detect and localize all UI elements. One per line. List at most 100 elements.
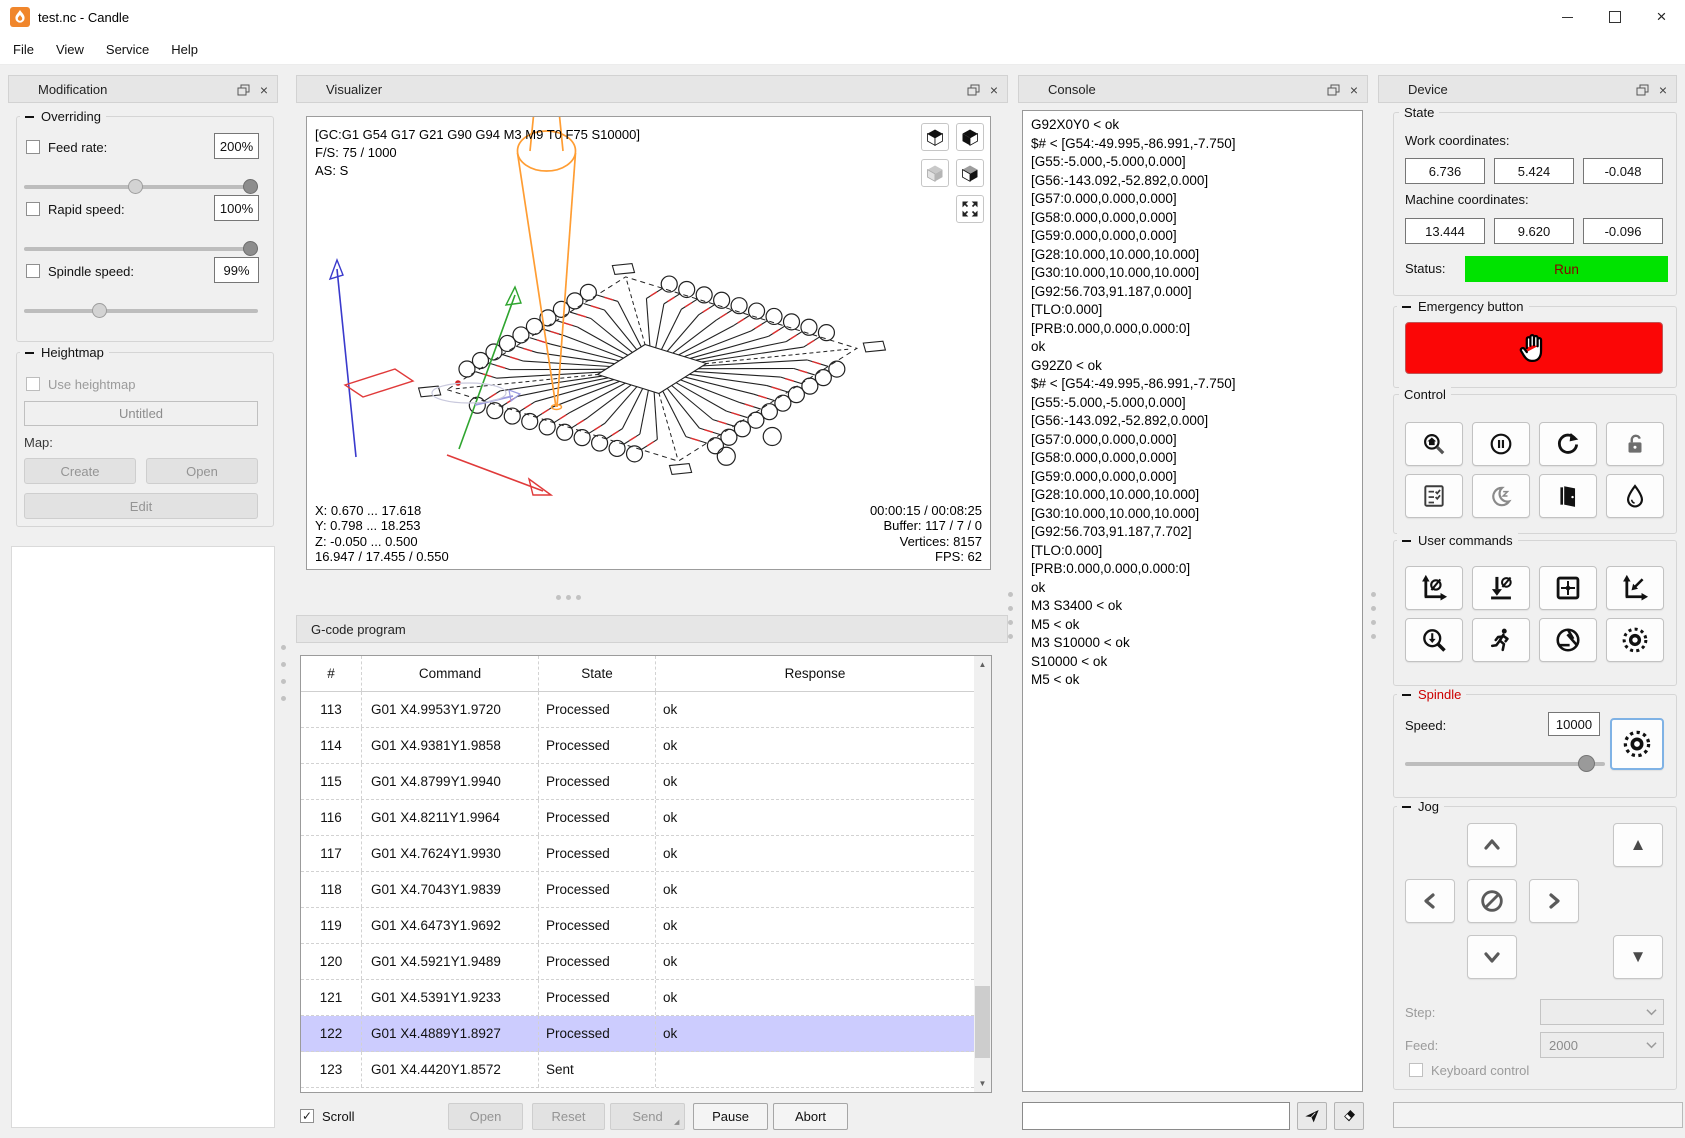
rapid-speed-slider[interactable] — [24, 247, 258, 251]
table-row[interactable]: 120G01 X4.5921Y1.9489Processedok — [301, 944, 974, 980]
spindle-slider[interactable] — [1405, 762, 1605, 766]
jog-z-minus-button[interactable]: ▼ — [1613, 935, 1663, 979]
console-clear-button[interactable] — [1334, 1102, 1364, 1130]
console-output[interactable]: G92X0Y0 < ok $# < [G54:-49.995,-86.991,-… — [1022, 110, 1363, 1092]
hold-button[interactable] — [1472, 422, 1530, 466]
spindle-speed-checkbox[interactable] — [26, 264, 40, 278]
table-row[interactable]: 117G01 X4.7624Y1.9930Processedok — [301, 836, 974, 872]
column-header[interactable]: Response — [655, 656, 974, 691]
table-row[interactable]: 116G01 X4.8211Y1.9964Processedok — [301, 800, 974, 836]
scrollbar-thumb[interactable] — [975, 986, 990, 1058]
column-header[interactable]: # — [301, 656, 361, 691]
probe-button[interactable] — [1405, 618, 1463, 662]
abort-button[interactable]: Abort — [773, 1103, 848, 1130]
float-panel-icon[interactable] — [1635, 83, 1649, 97]
reset-button[interactable]: Reset — [532, 1103, 605, 1130]
collapse-icon[interactable] — [1402, 306, 1411, 308]
use-heightmap-checkbox[interactable] — [26, 377, 40, 391]
maximize-button[interactable] — [1591, 0, 1638, 34]
column-header[interactable]: Command — [361, 656, 538, 691]
menu-item-file[interactable]: File — [2, 38, 45, 61]
pause-button[interactable]: Pause — [693, 1103, 768, 1130]
rapid-speed-value[interactable]: 100% — [214, 195, 259, 221]
close-panel-icon[interactable]: × — [1656, 83, 1670, 97]
table-row[interactable]: 115G01 X4.8799Y1.9940Processedok — [301, 764, 974, 800]
jog-y-plus-button[interactable] — [1467, 823, 1517, 867]
minimize-button[interactable] — [1544, 0, 1591, 34]
scrollbar-down-icon[interactable]: ▼ — [974, 1075, 991, 1092]
table-row[interactable]: 122G01 X4.4889Y1.8927Processedok — [301, 1016, 974, 1052]
spindle-slider-handle[interactable] — [1578, 755, 1595, 772]
keyboard-control-checkbox[interactable] — [1409, 1063, 1423, 1077]
step-dropdown[interactable] — [1540, 999, 1664, 1025]
menu-item-view[interactable]: View — [45, 38, 95, 61]
spindle-speed-value[interactable]: 99% — [214, 257, 259, 283]
origin-button[interactable] — [1539, 566, 1597, 610]
collapse-icon[interactable] — [25, 352, 34, 354]
send-menu-icon[interactable]: ◢ — [674, 1118, 679, 1126]
console-send-button[interactable] — [1297, 1102, 1327, 1130]
feed-rate-slider-handle[interactable] — [243, 179, 258, 194]
heightmap-edit-button[interactable]: Edit — [24, 493, 258, 519]
table-row[interactable]: 113G01 X4.9953Y1.9720Processedok — [301, 692, 974, 728]
jog-y-minus-button[interactable] — [1467, 935, 1517, 979]
column-header[interactable]: State — [538, 656, 655, 691]
float-panel-icon[interactable] — [966, 83, 980, 97]
restore-origin-button[interactable] — [1606, 566, 1664, 610]
heightmap-create-button[interactable]: Create — [24, 458, 136, 484]
collapse-icon[interactable] — [1402, 806, 1411, 808]
unlock-button[interactable] — [1606, 422, 1664, 466]
visualizer-viewport[interactable]: [GC:G1 G54 G17 G21 G90 G94 M3 M9 T0 F75 … — [306, 116, 991, 570]
jog-x-plus-button[interactable] — [1529, 879, 1579, 923]
fit-view-button[interactable] — [956, 195, 984, 223]
float-panel-icon[interactable] — [236, 83, 250, 97]
spindle-speed-input[interactable]: 10000 — [1548, 712, 1600, 736]
spindle-speed-slider[interactable] — [24, 309, 258, 313]
zero-z-button[interactable] — [1472, 566, 1530, 610]
close-panel-icon[interactable]: × — [1347, 83, 1361, 97]
menu-item-service[interactable]: Service — [95, 38, 160, 61]
view-left-button[interactable] — [956, 159, 984, 187]
view-front-button[interactable] — [921, 159, 949, 187]
emergency-stop-button[interactable] — [1405, 322, 1663, 374]
jog-z-plus-button[interactable]: ▲ — [1613, 823, 1663, 867]
scroll-checkbox[interactable]: ✓ — [300, 1109, 314, 1123]
close-panel-icon[interactable]: × — [257, 83, 271, 97]
flood-button[interactable] — [1606, 474, 1664, 518]
table-row[interactable]: 114G01 X4.9381Y1.9858Processedok — [301, 728, 974, 764]
rapid-speed-checkbox[interactable] — [26, 202, 40, 216]
table-row[interactable]: 119G01 X4.6473Y1.9692Processedok — [301, 908, 974, 944]
door-button[interactable] — [1539, 474, 1597, 518]
scrollbar-up-icon[interactable]: ▲ — [974, 656, 991, 673]
splitter-handle[interactable] — [556, 595, 581, 600]
collapse-icon[interactable] — [25, 116, 34, 118]
check-mode-button[interactable] — [1405, 474, 1463, 518]
run-user-command-button[interactable] — [1472, 618, 1530, 662]
table-row[interactable]: 121G01 X4.5391Y1.9233Processedok — [301, 980, 974, 1016]
collapse-icon[interactable] — [1402, 540, 1411, 542]
splitter-handle[interactable] — [281, 645, 286, 701]
feed-dropdown[interactable]: 2000 — [1540, 1032, 1664, 1058]
collapse-icon[interactable] — [1402, 694, 1411, 696]
cutter-button[interactable] — [1606, 618, 1664, 662]
menu-item-help[interactable]: Help — [160, 38, 209, 61]
table-row[interactable]: 118G01 X4.7043Y1.9839Processedok — [301, 872, 974, 908]
gcode-table[interactable]: # Command State Response 113G01 X4.9953Y… — [300, 655, 992, 1093]
table-row[interactable]: 123G01 X4.4420Y1.8572Sent — [301, 1052, 974, 1088]
close-panel-icon[interactable]: × — [987, 83, 1001, 97]
console-input[interactable] — [1022, 1102, 1290, 1130]
close-button[interactable]: × — [1638, 0, 1685, 34]
splitter-handle[interactable] — [1008, 592, 1013, 639]
spindle-speed-slider-handle[interactable] — [92, 303, 107, 318]
feed-rate-value[interactable]: 200% — [214, 133, 259, 159]
view-isometric-button[interactable] — [956, 123, 984, 151]
home-search-button[interactable] — [1405, 422, 1463, 466]
feed-rate-checkbox[interactable] — [26, 140, 40, 154]
float-panel-icon[interactable] — [1326, 83, 1340, 97]
table-scrollbar[interactable]: ▲ ▼ — [974, 656, 991, 1092]
shutter-button[interactable] — [1539, 618, 1597, 662]
splitter-handle[interactable] — [1371, 592, 1376, 639]
open-file-button[interactable]: Open — [448, 1103, 523, 1130]
rapid-speed-slider-handle[interactable] — [243, 241, 258, 256]
sleep-button[interactable] — [1472, 474, 1530, 518]
